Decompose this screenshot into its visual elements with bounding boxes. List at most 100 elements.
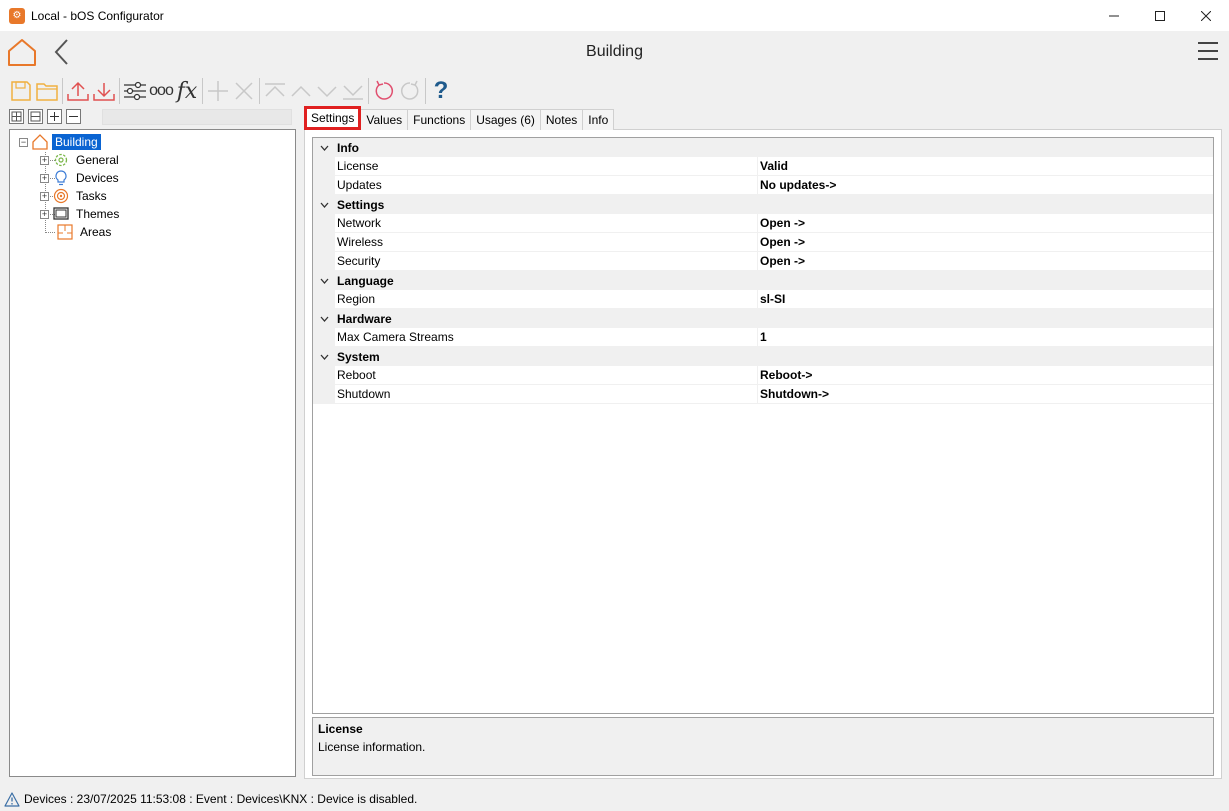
category-label: Hardware (337, 311, 392, 326)
toolbar-separator (425, 78, 426, 104)
open-folder-button[interactable] (34, 77, 60, 105)
description-title: License (318, 722, 363, 736)
move-bottom-button[interactable] (340, 77, 366, 105)
property-value[interactable]: No updates-> (758, 178, 836, 192)
category-settings[interactable]: Settings (313, 195, 1213, 214)
sliders-button[interactable] (122, 77, 148, 105)
category-label: Settings (337, 197, 385, 212)
property-value[interactable]: Open -> (758, 216, 805, 230)
save-button[interactable] (8, 77, 34, 105)
minimize-icon (1109, 15, 1119, 16)
minimize-button[interactable] (1091, 0, 1137, 31)
redo-button[interactable] (397, 77, 423, 105)
plus-icon (208, 81, 228, 101)
row-gutter (313, 156, 335, 176)
target-icon (53, 188, 69, 204)
tab-usages[interactable]: Usages (6) (470, 109, 541, 130)
chevron-down-icon[interactable] (313, 202, 335, 208)
property-row-max-camera-streams[interactable]: Max Camera Streams 1 (313, 327, 1213, 347)
upload-button[interactable] (65, 77, 91, 105)
tree-item-label: General (76, 153, 119, 167)
function-button[interactable]: fx (174, 77, 200, 105)
download-button[interactable] (91, 77, 117, 105)
collapse-toggle[interactable]: − (19, 137, 28, 147)
tree-item-label: Tasks (76, 189, 107, 203)
toolbar-separator (202, 78, 203, 104)
property-name: Network (335, 213, 758, 233)
category-hardware[interactable]: Hardware (313, 309, 1213, 328)
move-top-button[interactable] (262, 77, 288, 105)
expand-toggle[interactable]: + (40, 209, 49, 219)
maximize-button[interactable] (1137, 0, 1183, 31)
property-value[interactable]: Shutdown-> (758, 387, 829, 401)
property-row-region[interactable]: Region sl-SI (313, 289, 1213, 309)
expand-toggle[interactable]: + (40, 155, 49, 165)
undo-button[interactable] (371, 77, 397, 105)
close-button[interactable] (1183, 0, 1229, 31)
property-row-reboot[interactable]: Reboot Reboot-> (313, 365, 1213, 385)
tab-settings[interactable]: Settings (304, 106, 362, 130)
function-icon: fx (176, 78, 198, 104)
property-row-network[interactable]: Network Open -> (313, 213, 1213, 233)
tab-notes[interactable]: Notes (539, 109, 584, 130)
property-row-wireless[interactable]: Wireless Open -> (313, 232, 1213, 252)
chevron-down-icon[interactable] (313, 354, 335, 360)
property-value[interactable]: Open -> (758, 235, 805, 249)
folder-icon (36, 83, 58, 101)
property-row-updates[interactable]: Updates No updates-> (313, 175, 1213, 195)
move-down-button[interactable] (314, 77, 340, 105)
move-top-icon (265, 83, 285, 97)
app-header: Building (0, 31, 1229, 73)
expand-toggle[interactable]: + (40, 191, 49, 201)
property-value[interactable]: sl-SI (758, 292, 785, 306)
toolbar-separator (368, 78, 369, 104)
tab-values[interactable]: Values (360, 109, 409, 130)
category-label: System (337, 349, 380, 364)
chevron-down-icon[interactable] (313, 316, 335, 322)
collapse-button[interactable] (66, 109, 81, 124)
ellipsis-icon: ooo (149, 82, 174, 99)
property-value[interactable]: Valid (758, 159, 788, 173)
window-titlebar: ⚙ Local - bOS Configurator (0, 0, 1229, 31)
property-name: Reboot (335, 365, 758, 385)
tree-item-building[interactable]: − Building (19, 133, 101, 151)
tree-item-themes[interactable]: + Themes (40, 205, 122, 223)
window-title: Local - bOS Configurator (31, 8, 164, 23)
tree-item-tasks[interactable]: + Tasks (40, 187, 110, 205)
download-icon (93, 83, 115, 101)
category-system[interactable]: System (313, 347, 1213, 366)
property-value[interactable]: 1 (758, 330, 767, 344)
expand-all-button[interactable] (9, 109, 24, 124)
collapse-all-button[interactable] (28, 109, 43, 124)
property-value[interactable]: Reboot-> (758, 368, 812, 382)
expand-toggle[interactable]: + (40, 173, 49, 183)
tree-item-devices[interactable]: + Devices (40, 169, 122, 187)
property-value[interactable]: Open -> (758, 254, 805, 268)
tab-functions[interactable]: Functions (407, 109, 472, 130)
delete-button[interactable] (231, 77, 257, 105)
chevron-down-icon[interactable] (313, 278, 335, 284)
tree-item-areas[interactable]: Areas (53, 223, 114, 241)
move-bottom-icon (343, 85, 363, 100)
move-up-button[interactable] (288, 77, 314, 105)
category-info[interactable]: Info (313, 138, 1213, 157)
expand-button[interactable] (47, 109, 62, 124)
property-row-shutdown[interactable]: Shutdown Shutdown-> (313, 384, 1213, 404)
property-row-security[interactable]: Security Open -> (313, 251, 1213, 271)
warning-icon (4, 791, 20, 807)
category-language[interactable]: Language (313, 271, 1213, 290)
property-row-license[interactable]: License Valid (313, 156, 1213, 176)
add-button[interactable] (205, 77, 231, 105)
tree-filter-input[interactable] (102, 109, 292, 125)
maximize-icon (1155, 10, 1165, 21)
tree-item-general[interactable]: + General (40, 151, 122, 169)
tree-toolbar (9, 109, 81, 125)
more-options-button[interactable]: ooo (148, 77, 174, 105)
page-title: Building (586, 43, 643, 60)
gear-icon (53, 152, 69, 168)
row-gutter (313, 384, 335, 404)
tab-info[interactable]: Info (582, 109, 615, 130)
hamburger-menu-button[interactable] (1197, 39, 1219, 65)
chevron-down-icon[interactable] (313, 145, 335, 151)
help-button[interactable]: ? (428, 77, 454, 105)
